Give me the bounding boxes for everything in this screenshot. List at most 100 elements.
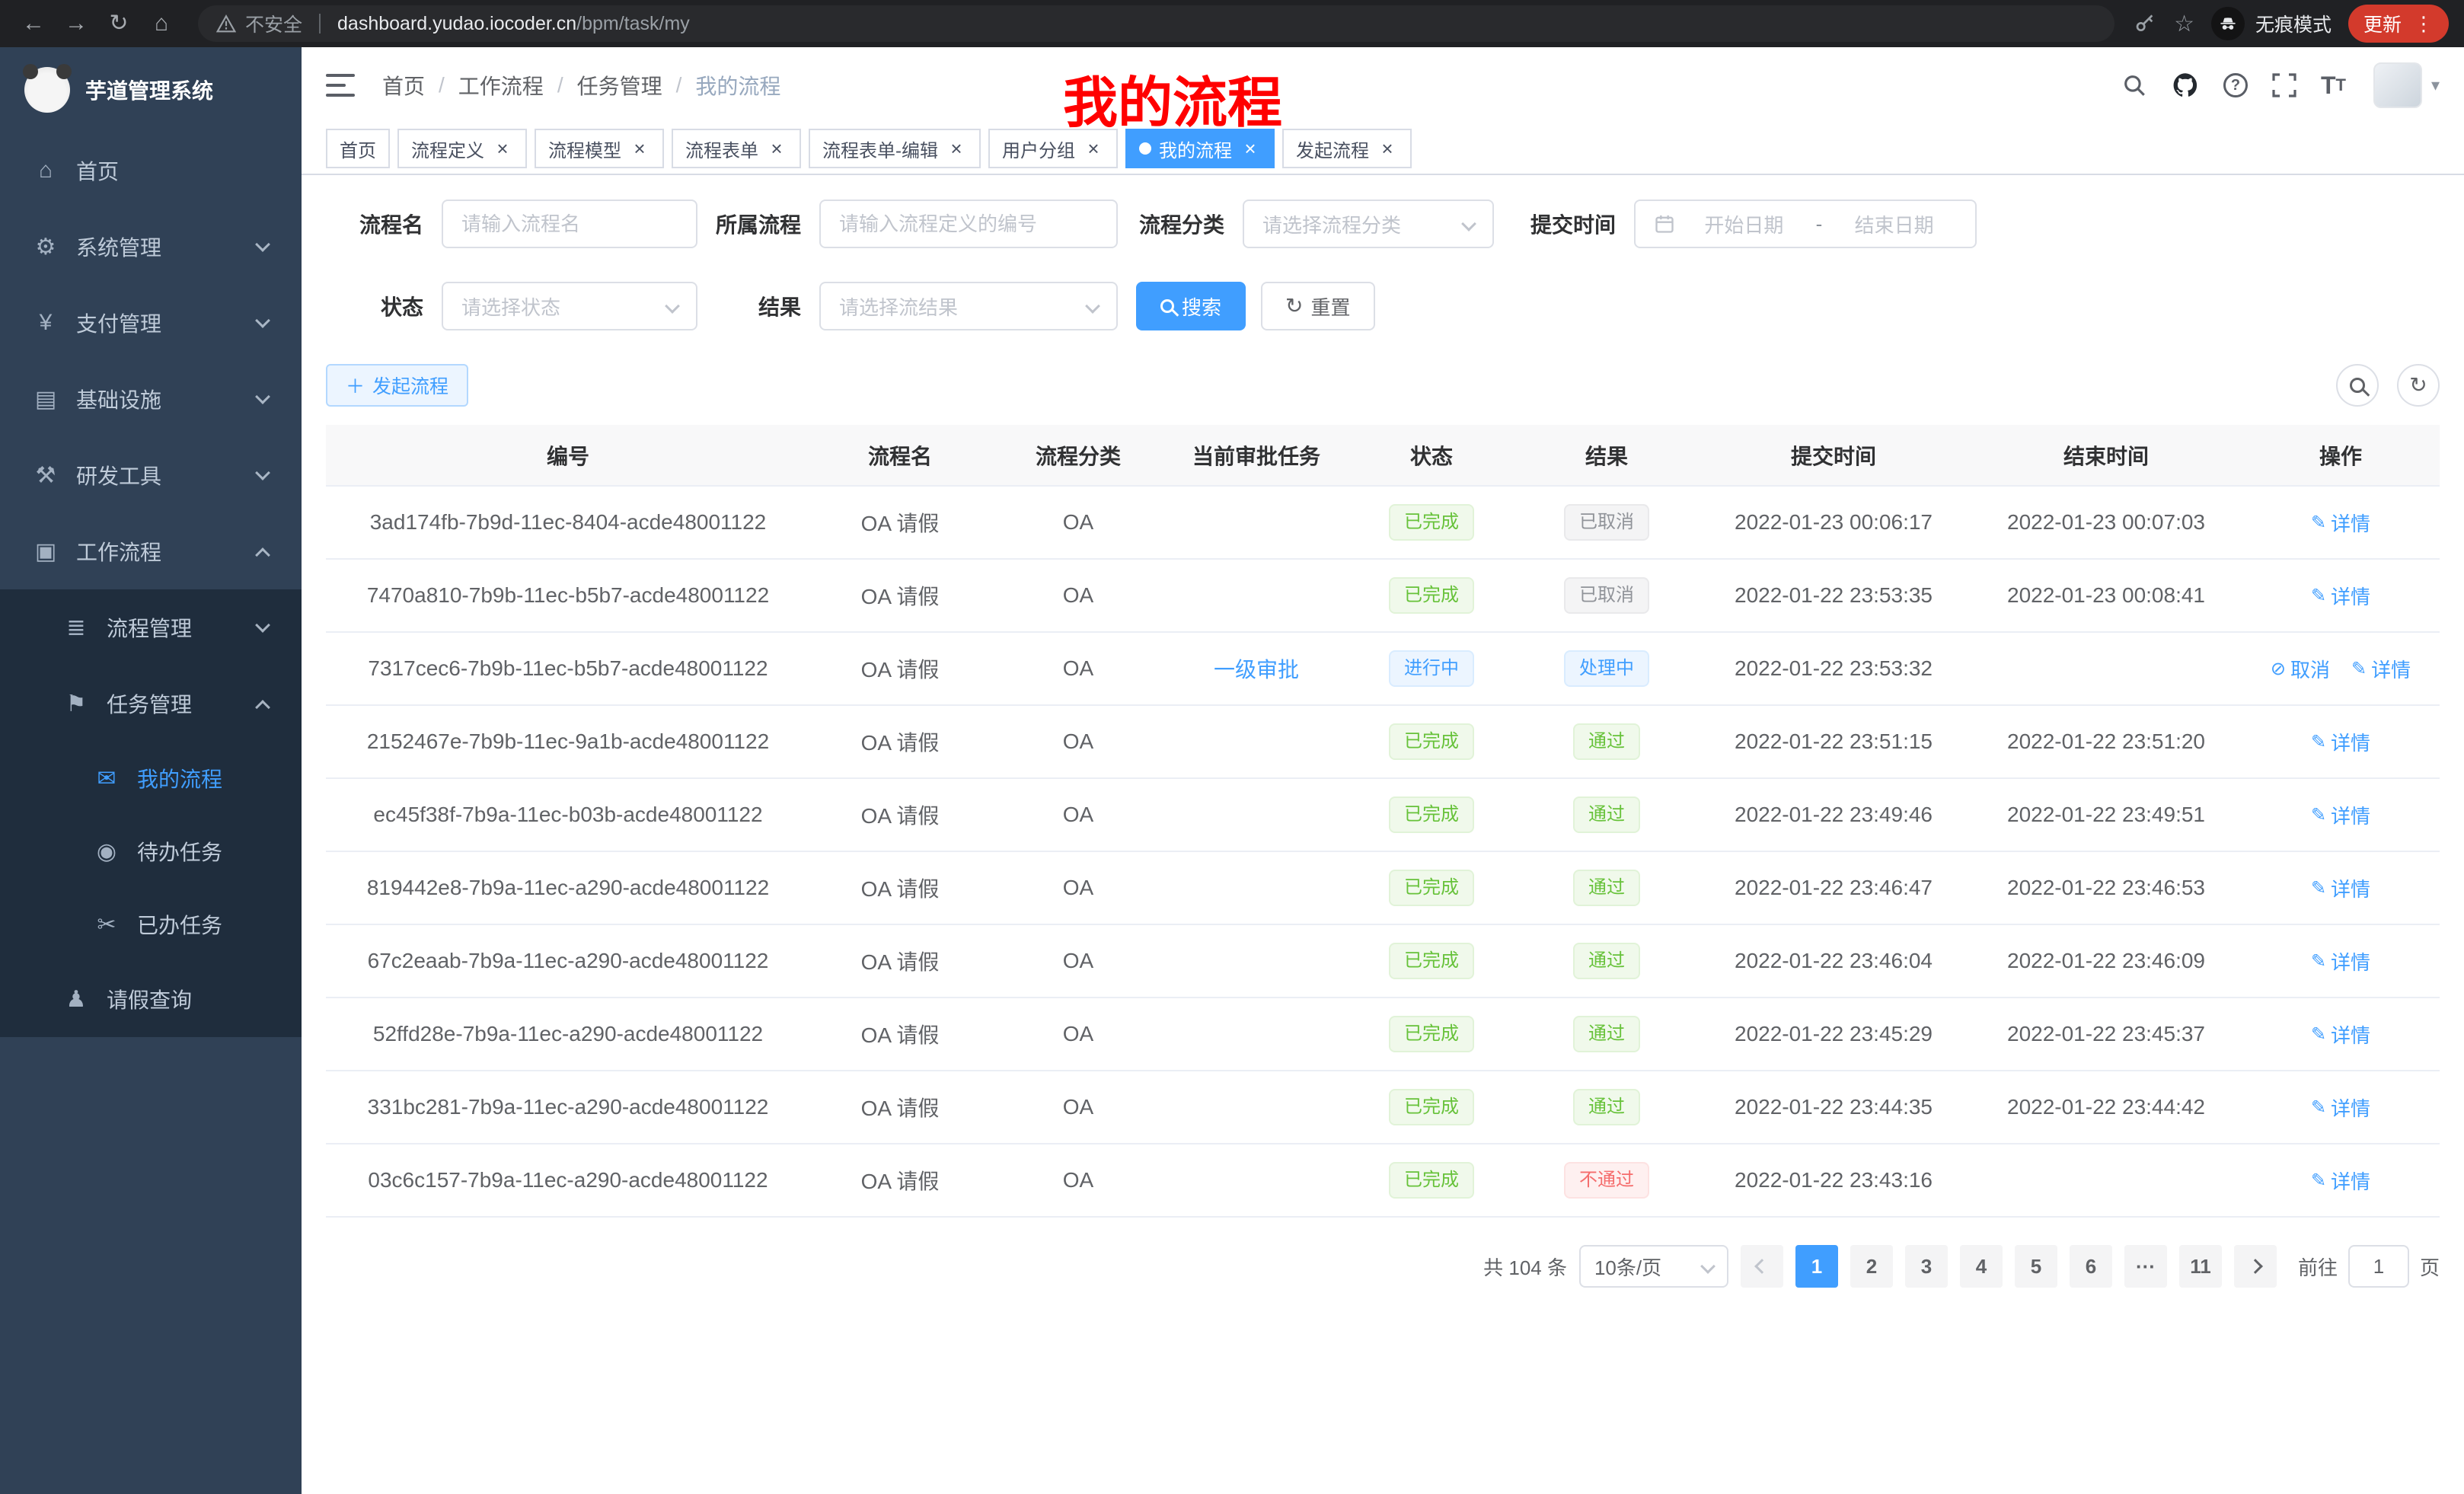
total-count: 共 104 条 [1483,1253,1567,1281]
detail-link[interactable]: ✎详情 [2311,1093,2370,1122]
forward-button[interactable]: → [58,5,94,42]
close-icon[interactable]: × [629,138,650,159]
close-icon[interactable]: × [492,138,513,159]
view-tab[interactable]: 流程表单× [672,129,801,168]
sidebar-item[interactable]: ¥支付管理 [0,285,302,361]
chevron-down-icon [255,618,270,633]
cell-result: 通过 [1517,1071,1696,1144]
column-header: 结果 [1517,425,1696,486]
user-menu[interactable]: ▾ [2373,62,2440,108]
update-button[interactable]: 更新 ⋮ [2348,5,2449,43]
close-icon[interactable]: × [1240,138,1261,159]
page-button[interactable]: 11 [2179,1245,2222,1288]
page-button[interactable]: 5 [2015,1245,2057,1288]
page-button[interactable]: 1 [1795,1245,1838,1288]
edit-icon: ✎ [2311,512,2326,534]
process-name-input[interactable] [442,200,697,248]
next-page-button[interactable] [2234,1245,2277,1288]
sidebar-item[interactable]: ▣工作流程 [0,513,302,589]
cell-result: 通过 [1517,998,1696,1071]
breadcrumb-item[interactable]: 工作流程 [458,70,544,101]
incognito-badge[interactable]: 无痕模式 [2211,7,2332,40]
detail-link[interactable]: ✎详情 [2311,801,2370,829]
date-range-picker[interactable]: 开始日期 - 结束日期 [1634,200,1977,248]
chevron-down-icon [255,313,270,328]
chevron-down-icon [255,389,270,404]
hamburger-icon[interactable] [326,74,355,97]
breadcrumb-item[interactable]: 首页 [382,70,425,101]
cell-end-time: 2022-01-23 00:07:03 [1971,486,2242,559]
search-icon[interactable] [2121,72,2147,98]
back-button[interactable]: ← [15,5,52,42]
sidebar-item-label: 工作流程 [76,536,161,567]
detail-link[interactable]: ✎详情 [2311,1167,2370,1195]
refresh-table-button[interactable]: ↻ [2397,364,2440,407]
page-button[interactable]: 2 [1850,1245,1893,1288]
view-tab[interactable]: 发起流程× [1282,129,1412,168]
fullscreen-icon[interactable] [2272,73,2296,97]
sidebar-menu: ⌂首页⚙系统管理¥支付管理▤基础设施⚒研发工具▣工作流程≣流程管理⚑任务管理✉我… [0,132,302,1037]
detail-link[interactable]: ✎详情 [2311,728,2370,756]
page-button[interactable]: 6 [2070,1245,2112,1288]
view-tab[interactable]: 流程表单-编辑× [809,129,981,168]
page-button[interactable]: 4 [1960,1245,2003,1288]
goto-page-input[interactable] [2348,1245,2409,1288]
detail-link[interactable]: ✎详情 [2351,655,2411,683]
cell-id: 331bc281-7b9a-11ec-a290-acde48001122 [326,1071,810,1144]
sidebar-item[interactable]: ⌂首页 [0,132,302,209]
detail-link[interactable]: ✎详情 [2311,582,2370,610]
sidebar-item[interactable]: ▤基础设施 [0,361,302,437]
view-tab[interactable]: 首页 [326,129,390,168]
detail-link[interactable]: ✎详情 [2311,509,2370,537]
bookmark-star-icon[interactable]: ☆ [2174,11,2194,37]
close-icon[interactable]: × [946,138,967,159]
page-size-select[interactable]: 10条/页 [1579,1245,1728,1288]
cancel-link[interactable]: ⊘取消 [2271,655,2330,683]
detail-link[interactable]: ✎详情 [2311,947,2370,975]
edit-icon: ✎ [2311,804,2326,826]
reload-button[interactable]: ↻ [101,5,137,42]
page-more-button[interactable]: ··· [2124,1245,2167,1288]
create-process-button[interactable]: ＋ 发起流程 [326,364,468,407]
sidebar-item[interactable]: ♟请假查询 [0,961,302,1037]
app-logo-row[interactable]: 芋道管理系统 [0,47,302,132]
breadcrumb-item[interactable]: 任务管理 [577,70,662,101]
sidebar-item[interactable]: ⚙系统管理 [0,209,302,285]
filter-row-1: 流程名 所属流程 流程分类 请选择流程分类 提交时间 [326,200,2440,248]
sidebar-item[interactable]: ◉待办任务 [0,815,302,888]
sidebar-item[interactable]: ✉我的流程 [0,742,302,815]
home-button[interactable]: ⌂ [143,5,180,42]
sidebar-item[interactable]: ⚑任务管理 [0,666,302,742]
close-icon[interactable]: × [1083,138,1104,159]
help-icon[interactable]: ? [2223,73,2248,97]
cell-actions: ⊘取消 ✎详情 [2242,632,2440,705]
sidebar-item[interactable]: ⚒研发工具 [0,437,302,513]
category-select[interactable]: 请选择流程分类 [1243,200,1494,248]
sidebar-item[interactable]: ✂已办任务 [0,888,302,961]
detail-link[interactable]: ✎详情 [2311,874,2370,902]
cell-id: 52ffd28e-7b9a-11ec-a290-acde48001122 [326,998,810,1071]
view-tab[interactable]: 流程模型× [535,129,664,168]
detail-link[interactable]: ✎详情 [2311,1020,2370,1049]
cell-current-task [1167,998,1346,1071]
toggle-search-button[interactable] [2336,364,2379,407]
address-bar[interactable]: 不安全 dashboard.yudao.iocoder.cn/bpm/task/… [198,5,2115,42]
reset-button[interactable]: ↻ 重置 [1261,282,1374,330]
close-icon[interactable]: × [1377,138,1398,159]
sidebar-item[interactable]: ≣流程管理 [0,589,302,666]
key-icon[interactable] [2133,11,2157,36]
github-icon[interactable] [2172,72,2199,99]
owner-process-input[interactable] [819,200,1118,248]
page-button[interactable]: 3 [1905,1245,1948,1288]
search-button[interactable]: 搜索 [1136,282,1246,330]
task-link[interactable]: 一级审批 [1214,658,1299,682]
browser-menu-icon[interactable]: ⋮ [2414,12,2434,36]
font-size-icon[interactable]: TT [2321,73,2346,97]
cell-result: 通过 [1517,705,1696,778]
close-icon[interactable]: × [766,138,787,159]
view-tab[interactable]: 流程定义× [397,129,527,168]
prev-page-button[interactable] [1741,1245,1783,1288]
home-icon: ⌂ [30,158,61,184]
result-select[interactable]: 请选择流结果 [819,282,1118,330]
status-select[interactable]: 请选择状态 [442,282,697,330]
